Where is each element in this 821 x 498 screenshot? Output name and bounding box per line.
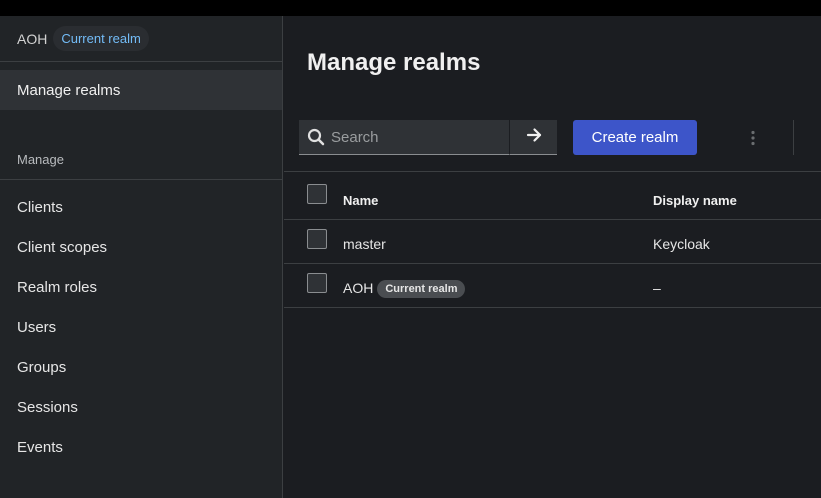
- search-icon: [307, 128, 325, 146]
- toolbar: Create realm: [299, 120, 819, 155]
- search-submit-button[interactable]: [509, 120, 557, 155]
- sidebar-item-sessions[interactable]: Sessions: [0, 387, 282, 427]
- row-checkbox[interactable]: [307, 273, 327, 293]
- realm-selector[interactable]: AOH Current realm: [0, 16, 282, 62]
- table-row: master Keycloak: [284, 220, 821, 264]
- sidebar: AOH Current realm Manage realms Manage C…: [0, 16, 283, 498]
- select-all-checkbox[interactable]: [307, 184, 327, 204]
- page-title: Manage realms: [307, 49, 481, 76]
- search-input[interactable]: [331, 128, 501, 146]
- top-bar: [0, 0, 821, 16]
- sidebar-item-users[interactable]: Users: [0, 307, 282, 347]
- table-row: AOH Current realm –: [284, 264, 821, 308]
- realm-display-name: Keycloak: [653, 236, 710, 252]
- kebab-menu-icon[interactable]: [743, 128, 763, 148]
- sidebar-item-realm-roles[interactable]: Realm roles: [0, 267, 282, 307]
- realm-link-master[interactable]: master: [343, 236, 386, 252]
- table-header-row: Name Display name: [284, 171, 821, 220]
- toolbar-divider: [793, 120, 794, 155]
- row-checkbox[interactable]: [307, 229, 327, 249]
- sidebar-section-title: Manage: [17, 152, 64, 167]
- sidebar-item-events[interactable]: Events: [0, 427, 282, 467]
- realm-display-name: –: [653, 280, 661, 296]
- main-content: Manage realms Create realm Name Display …: [284, 16, 821, 498]
- sidebar-nav-list: Clients Client scopes Realm roles Users …: [0, 180, 282, 467]
- realm-name: AOH: [17, 30, 48, 47]
- current-realm-badge: Current realm: [53, 26, 149, 51]
- realm-name: AOH: [343, 280, 374, 296]
- search-box: [299, 120, 509, 155]
- current-realm-badge: Current realm: [377, 280, 466, 298]
- create-realm-button[interactable]: Create realm: [573, 120, 697, 155]
- arrow-right-icon: [526, 127, 542, 148]
- sidebar-item-manage-realms[interactable]: Manage realms: [0, 70, 282, 110]
- column-header-name[interactable]: Name: [343, 193, 378, 208]
- realms-table: Name Display name master Keycloak AOH Cur…: [284, 171, 821, 308]
- sidebar-item-groups[interactable]: Groups: [0, 347, 282, 387]
- sidebar-item-clients[interactable]: Clients: [0, 187, 282, 227]
- sidebar-item-client-scopes[interactable]: Client scopes: [0, 227, 282, 267]
- column-header-display-name[interactable]: Display name: [653, 193, 737, 208]
- realm-name-cell: AOH Current realm: [343, 280, 466, 298]
